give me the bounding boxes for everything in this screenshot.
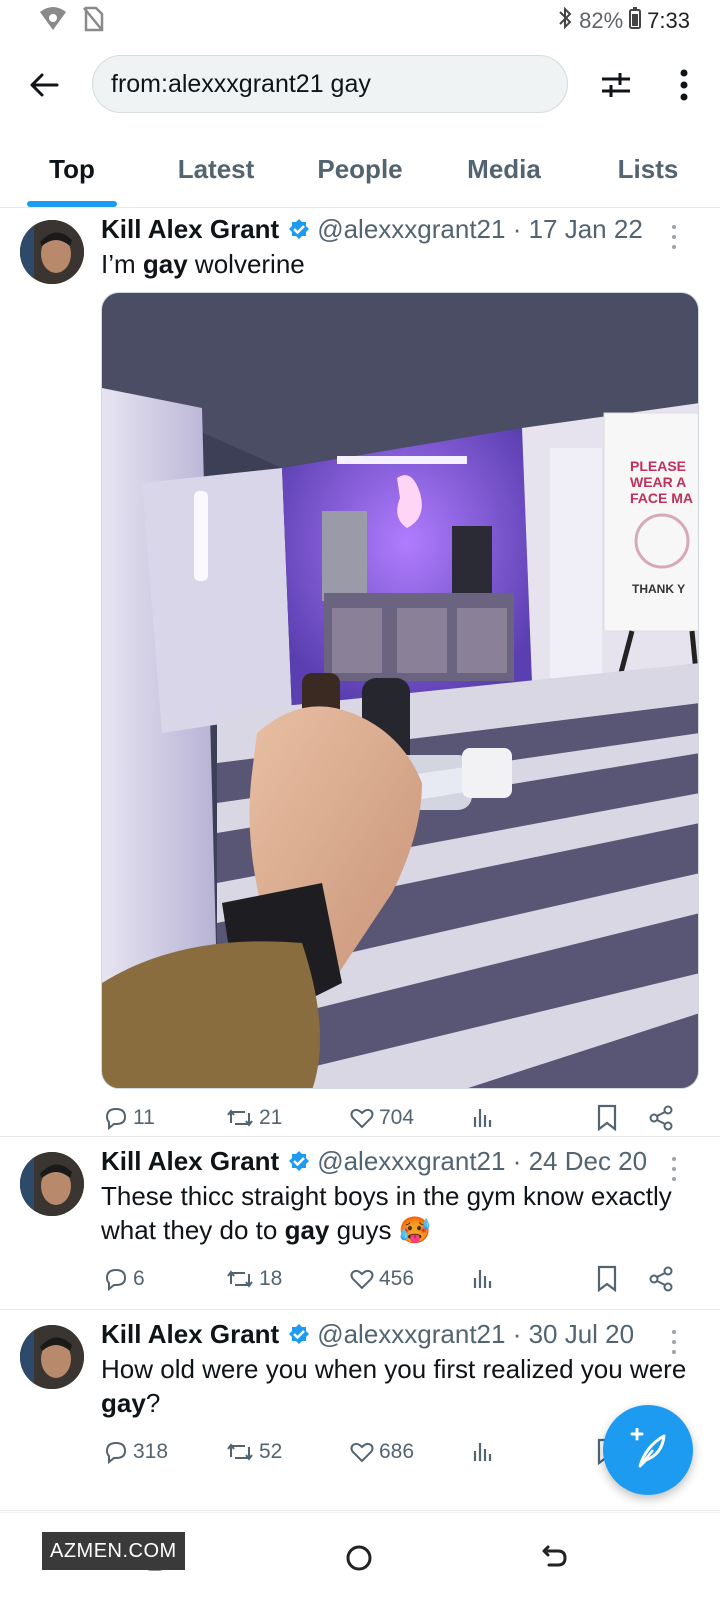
sign-line-1: PLEASE: [630, 458, 686, 474]
vpn-icon: [38, 6, 68, 37]
views-button[interactable]: [471, 1101, 495, 1135]
views-button[interactable]: [471, 1435, 495, 1469]
search-query: from:alexxxgrant21 gay: [111, 69, 371, 98]
reply-button[interactable]: 318: [103, 1435, 168, 1469]
search-input[interactable]: from:alexxxgrant21 gay: [92, 55, 568, 113]
retweet-button[interactable]: 52: [225, 1435, 282, 1469]
bar-chart-icon: [473, 1109, 492, 1127]
back-nav-button[interactable]: [530, 1533, 580, 1583]
like-count: 704: [379, 1106, 415, 1129]
verified-badge-icon: [287, 218, 311, 242]
like-button[interactable]: 686: [349, 1435, 414, 1469]
reply-button[interactable]: 6: [103, 1262, 145, 1296]
share-icon: [649, 1105, 673, 1131]
bar-chart-icon: [473, 1270, 492, 1288]
share-icon: [649, 1266, 673, 1292]
sign-line-2: WEAR A: [630, 474, 686, 490]
verified-badge-icon: [287, 1150, 311, 1174]
vertical-dots-icon: [680, 69, 688, 101]
clock: 7:33: [647, 8, 690, 33]
tab-media[interactable]: Media: [432, 140, 576, 207]
like-button[interactable]: 456: [349, 1262, 414, 1296]
reply-icon: [105, 1441, 127, 1465]
back-button[interactable]: [22, 63, 66, 107]
bar-chart-icon: [473, 1443, 492, 1461]
tweet-text: How old were you when you first realized…: [101, 1354, 687, 1418]
search-header: from:alexxxgrant21 gay: [0, 55, 720, 115]
retweet-count: 18: [259, 1267, 283, 1290]
bluetooth-icon: [557, 6, 573, 36]
like-button[interactable]: 704: [349, 1101, 414, 1135]
reply-icon: [105, 1268, 127, 1292]
reply-count: 6: [133, 1267, 145, 1290]
avatar[interactable]: [20, 1325, 84, 1389]
bookmark-icon: [597, 1265, 617, 1293]
share-button[interactable]: [648, 1101, 674, 1135]
tweet-text: I’m gay wolverine: [101, 249, 305, 279]
tweet-image[interactable]: PLEASE WEAR A FACE MA THANK Y: [101, 292, 699, 1089]
verified-badge-icon: [287, 1323, 311, 1347]
avatar[interactable]: [20, 1152, 84, 1216]
author-handle-date: @alexxxgrant21 · 24 Dec 20: [317, 1146, 648, 1176]
tweet-actions: 6 18 456: [101, 1262, 701, 1296]
author-name[interactable]: Kill Alex Grant: [101, 214, 279, 245]
tweet-header: Kill Alex Grant @alexxxgrant21 · 24 Dec …: [101, 1146, 647, 1177]
like-count: 686: [379, 1440, 415, 1463]
tab-people[interactable]: People: [288, 140, 432, 207]
arrow-left-icon: [30, 73, 59, 97]
author-handle-date: @alexxxgrant21 · 17 Jan 22: [317, 214, 643, 244]
retweet-button[interactable]: 21: [225, 1101, 282, 1135]
status-bar: 82% 7:33: [0, 0, 720, 40]
back-arrow-icon: [542, 1545, 567, 1567]
retweet-icon: [227, 1109, 253, 1127]
tweet-text: These thicc straight boys in the gym kno…: [101, 1181, 672, 1245]
search-filter-button[interactable]: [594, 63, 638, 107]
retweet-icon: [227, 1443, 253, 1461]
no-sim-icon: [82, 6, 104, 37]
tweet[interactable]: Kill Alex Grant @alexxxgrant21 · 24 Dec …: [0, 1138, 720, 1310]
heart-icon: [350, 1269, 374, 1290]
reply-icon: [105, 1107, 127, 1131]
tweet-actions: 11 21 704: [101, 1101, 701, 1135]
bookmark-icon: [597, 1104, 617, 1132]
sign-thanks: THANK Y: [632, 582, 685, 596]
tweet-header: Kill Alex Grant @alexxxgrant21 · 30 Jul …: [101, 1319, 634, 1350]
active-tab-indicator: [27, 201, 117, 207]
tab-top[interactable]: Top: [0, 140, 144, 207]
reply-button[interactable]: 11: [103, 1101, 155, 1135]
views-button[interactable]: [471, 1262, 495, 1296]
home-circle-icon: [346, 1545, 372, 1571]
compose-tweet-button[interactable]: [603, 1405, 693, 1495]
search-tabs: Top Latest People Media Lists: [0, 140, 720, 208]
retweet-icon: [227, 1270, 253, 1288]
battery-icon: [629, 7, 642, 35]
bookmark-button[interactable]: [596, 1262, 618, 1296]
sliders-icon: [602, 73, 630, 97]
reply-count: 11: [133, 1106, 155, 1129]
like-count: 456: [379, 1267, 415, 1290]
feather-plus-icon: [630, 1428, 666, 1468]
retweet-count: 52: [259, 1440, 283, 1463]
avatar[interactable]: [20, 220, 84, 284]
author-name[interactable]: Kill Alex Grant: [101, 1146, 279, 1177]
watermark: AZMEN.COM: [42, 1532, 185, 1570]
tab-latest[interactable]: Latest: [144, 140, 288, 207]
share-button[interactable]: [648, 1262, 674, 1296]
tweet[interactable]: Kill Alex Grant @alexxxgrant21 · 17 Jan …: [0, 209, 720, 1137]
tweet-header: Kill Alex Grant @alexxxgrant21 · 17 Jan …: [101, 214, 643, 245]
heart-icon: [350, 1442, 374, 1463]
battery-percent: 82%: [579, 8, 624, 33]
author-name[interactable]: Kill Alex Grant: [101, 1319, 279, 1350]
tab-lists[interactable]: Lists: [576, 140, 720, 207]
home-button[interactable]: [334, 1533, 384, 1583]
retweet-button[interactable]: 18: [225, 1262, 282, 1296]
author-handle-date: @alexxxgrant21 · 30 Jul 20: [317, 1319, 635, 1349]
retweet-count: 21: [259, 1106, 283, 1129]
reply-count: 318: [133, 1440, 169, 1463]
tweet[interactable]: Kill Alex Grant @alexxxgrant21 · 30 Jul …: [0, 1311, 720, 1511]
heart-icon: [350, 1108, 374, 1129]
sign-line-3: FACE MA: [630, 490, 693, 506]
bookmark-button[interactable]: [596, 1101, 618, 1135]
more-options-button[interactable]: [662, 63, 706, 107]
